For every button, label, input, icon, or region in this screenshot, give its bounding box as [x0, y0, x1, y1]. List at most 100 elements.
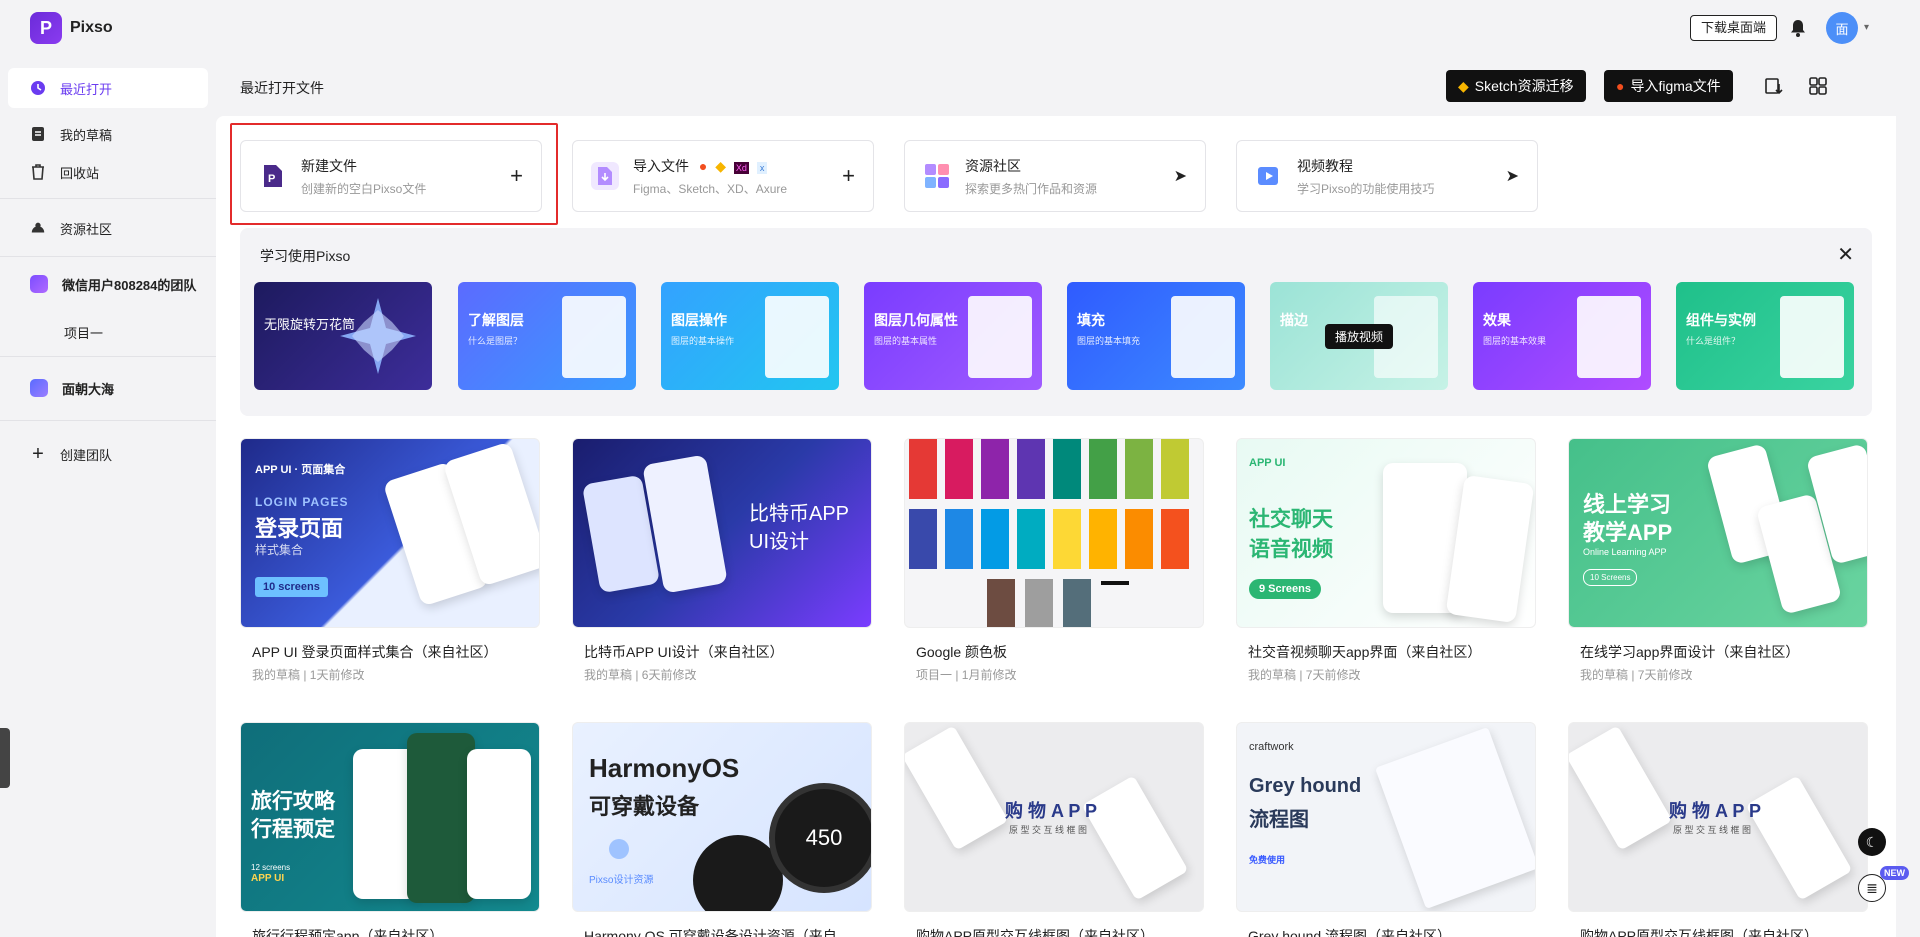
sidebar-item-trash[interactable]: 回收站 [8, 152, 208, 192]
file-meta: 我的草稿 | 7天前修改 [1580, 668, 1693, 682]
quick-title: 导入文件 [633, 157, 689, 174]
wireframe-mockup [905, 725, 1009, 851]
arrow-right-icon[interactable]: ➤ [1506, 166, 1519, 186]
quick-title: 资源社区 [965, 157, 1021, 174]
import-figma-button[interactable]: ● 导入figma文件 [1604, 70, 1733, 102]
file-card[interactable]: APP UI · 页面集合 LOGIN PAGES 登录页面 样式集合 10 s… [240, 438, 540, 683]
plus-icon: + [32, 442, 44, 465]
thumb-h2: 登录页面 [255, 516, 344, 541]
play-video-tooltip[interactable]: 播放视频 [1324, 324, 1394, 349]
ui-mockup [1780, 296, 1844, 378]
sidebar-project-item[interactable]: 项目一 [64, 323, 103, 342]
thumb-h3: 样式集合 [255, 543, 304, 557]
thumb-h1: Grey hound [1249, 775, 1362, 797]
file-title: 在线学习app界面设计（来自社区） [1580, 644, 1800, 660]
thumb-h1: 购 物 A P P [1669, 801, 1762, 821]
close-icon[interactable]: ✕ [1837, 242, 1854, 267]
learn-card[interactable]: 组件与实例 什么是组件？ [1676, 282, 1854, 390]
thumb-h2: 流程图 [1249, 809, 1309, 831]
file-card[interactable]: 线上学习 教学APP Online Learning APP 10 Screen… [1568, 438, 1868, 683]
learn-card[interactable]: 无限旋转万花筒 [254, 282, 432, 390]
learn-card[interactable]: 描边 播放视频 [1270, 282, 1448, 390]
import-icon [591, 162, 619, 190]
figma-icon: ● [1616, 78, 1625, 94]
grid-view-icon[interactable] [1808, 76, 1828, 96]
file-title: Google 颜色板 [916, 644, 1008, 660]
video-tutorial-card[interactable]: 视频教程 学习Pixso的功能使用技巧 ➤ [1236, 140, 1538, 212]
pixso-logo-icon: P [30, 12, 62, 44]
file-card[interactable]: HarmonyOS 可穿戴设备 Pixso设计资源 450 Harmony OS… [572, 722, 872, 937]
arrow-right-icon[interactable]: ➤ [1174, 166, 1187, 186]
file-thumbnail: 旅行攻略 行程预定 12 screens APP UI [240, 722, 540, 912]
learn-title: 学习使用Pixso [260, 248, 351, 264]
file-card[interactable]: 购 物 A P P 原 型 交 互 线 框 图 购物APP原型交互线框图（来自社… [1568, 722, 1868, 937]
download-desktop-button[interactable]: 下载桌面端 [1690, 15, 1778, 41]
create-team-button[interactable]: + 创建团队 [8, 434, 208, 474]
axure-icon: x [756, 161, 768, 174]
file-thumbnail: 线上学习 教学APP Online Learning APP 10 Screen… [1568, 438, 1868, 628]
sidebar-item-drafts[interactable]: 我的草稿 [8, 114, 208, 154]
sidebar-item-community[interactable]: 资源社区 [8, 208, 208, 248]
wireframe-mockup [1745, 775, 1853, 901]
ui-mockup [562, 296, 626, 378]
import-file-icon[interactable] [1764, 76, 1784, 96]
dark-mode-toggle-icon[interactable]: ☾ [1858, 828, 1886, 856]
file-card[interactable]: APP UI 社交聊天 语音视频 9 Screens 社交音视频聊天app界面（… [1236, 438, 1536, 683]
file-meta: 我的草稿 | 6天前修改 [584, 668, 697, 682]
bell-icon[interactable] [1788, 18, 1808, 38]
plus-icon[interactable]: + [842, 163, 855, 189]
sidebar-team-2[interactable]: 面朝大海 [8, 368, 208, 408]
file-card[interactable]: 旅行攻略 行程预定 12 screens APP UI 旅行行程预定app（来自… [240, 722, 540, 937]
community-icon [30, 220, 46, 236]
sidebar-team[interactable]: 微信用户808284的团队 [8, 264, 208, 304]
watch-face: 450 [769, 783, 871, 893]
page-title: 最近打开文件 [240, 80, 324, 96]
file-card[interactable]: Google 颜色板 项目一 | 1月前修改 [904, 438, 1204, 683]
sketch-icon: ◆ [715, 157, 727, 174]
learn-card[interactable]: 效果 图层的基本效果 [1473, 282, 1651, 390]
thumb-h1: LOGIN PAGES [255, 495, 349, 509]
quick-subtitle: 学习Pixso的功能使用技巧 [1297, 181, 1435, 196]
user-avatar[interactable]: 面 [1826, 12, 1858, 44]
thumb-tag: APP UI [1249, 457, 1286, 469]
file-thumbnail: 购 物 A P P 原 型 交 互 线 框 图 [1568, 722, 1868, 912]
learn-card[interactable]: 了解图层 什么是图层？ [458, 282, 636, 390]
main-panel: P 新建文件 创建新的空白Pixso文件 + 导入文件 ● ◆ Xd x Fig… [216, 116, 1896, 937]
thumb-h1: 旅行攻略 [251, 790, 335, 813]
file-title: APP UI 登录页面样式集合（来自社区） [252, 644, 498, 660]
create-team-label: 创建团队 [60, 447, 113, 463]
file-title: Grey hound 流程图（来自社区） [1248, 928, 1452, 937]
divider [0, 356, 216, 357]
xd-icon: Xd [733, 161, 749, 174]
learn-card[interactable]: 图层操作 图层的基本操作 [661, 282, 839, 390]
learn-card[interactable]: 填充 图层的基本填充 [1067, 282, 1245, 390]
ui-mockup [1577, 296, 1641, 378]
sidebar-item-label: 回收站 [60, 165, 100, 181]
sidebar-item-recent[interactable]: 最近打开 [8, 68, 208, 108]
flowchart-mockup [1374, 727, 1535, 909]
top-bar: P Pixso 下载桌面端 面 ▾ [0, 0, 1920, 56]
import-figma-label: 导入figma文件 [1630, 78, 1721, 94]
import-file-card[interactable]: 导入文件 ● ◆ Xd x Figma、Sketch、XD、Axure + [572, 140, 874, 212]
file-title: 社交音视频聊天app界面（来自社区） [1248, 644, 1482, 660]
thumb-h1: 社交聊天 [1249, 508, 1333, 531]
file-title: 购物APP原型交互线框图（来自社区） [916, 928, 1155, 937]
sketch-migrate-label: Sketch资源迁移 [1474, 78, 1574, 94]
app-logo[interactable]: P Pixso [30, 12, 113, 44]
file-card[interactable]: craftwork Grey hound 流程图 免费使用 Grey hound… [1236, 722, 1536, 937]
side-panel-handle[interactable] [0, 728, 10, 788]
thumb-h2: 语音视频 [1249, 538, 1333, 561]
phone-mockup [407, 733, 475, 903]
sketch-migrate-button[interactable]: ◆ Sketch资源迁移 [1446, 70, 1586, 102]
community-card[interactable]: 资源社区 探索更多热门作品和资源 ➤ [904, 140, 1206, 212]
wireframe-mockup [1081, 775, 1189, 901]
thumb-tag: APP UI [251, 873, 285, 884]
chevron-down-icon[interactable]: ▾ [1864, 22, 1869, 33]
file-card[interactable]: 比特币APP UI设计 比特币APP UI设计（来自社区） 我的草稿 | 6天前… [572, 438, 872, 683]
thumb-h3: 免费使用 [1249, 855, 1286, 865]
file-card[interactable]: 购 物 A P P 原 型 交 互 线 框 图 购物APP原型交互线框图（来自社… [904, 722, 1204, 937]
thumb-h2: 可穿戴设备 [589, 794, 700, 819]
learn-card[interactable]: 图层几何属性 图层的基本属性 [864, 282, 1042, 390]
new-badge: NEW [1880, 866, 1909, 880]
thumb-badge: 9 Screens [1249, 579, 1321, 599]
